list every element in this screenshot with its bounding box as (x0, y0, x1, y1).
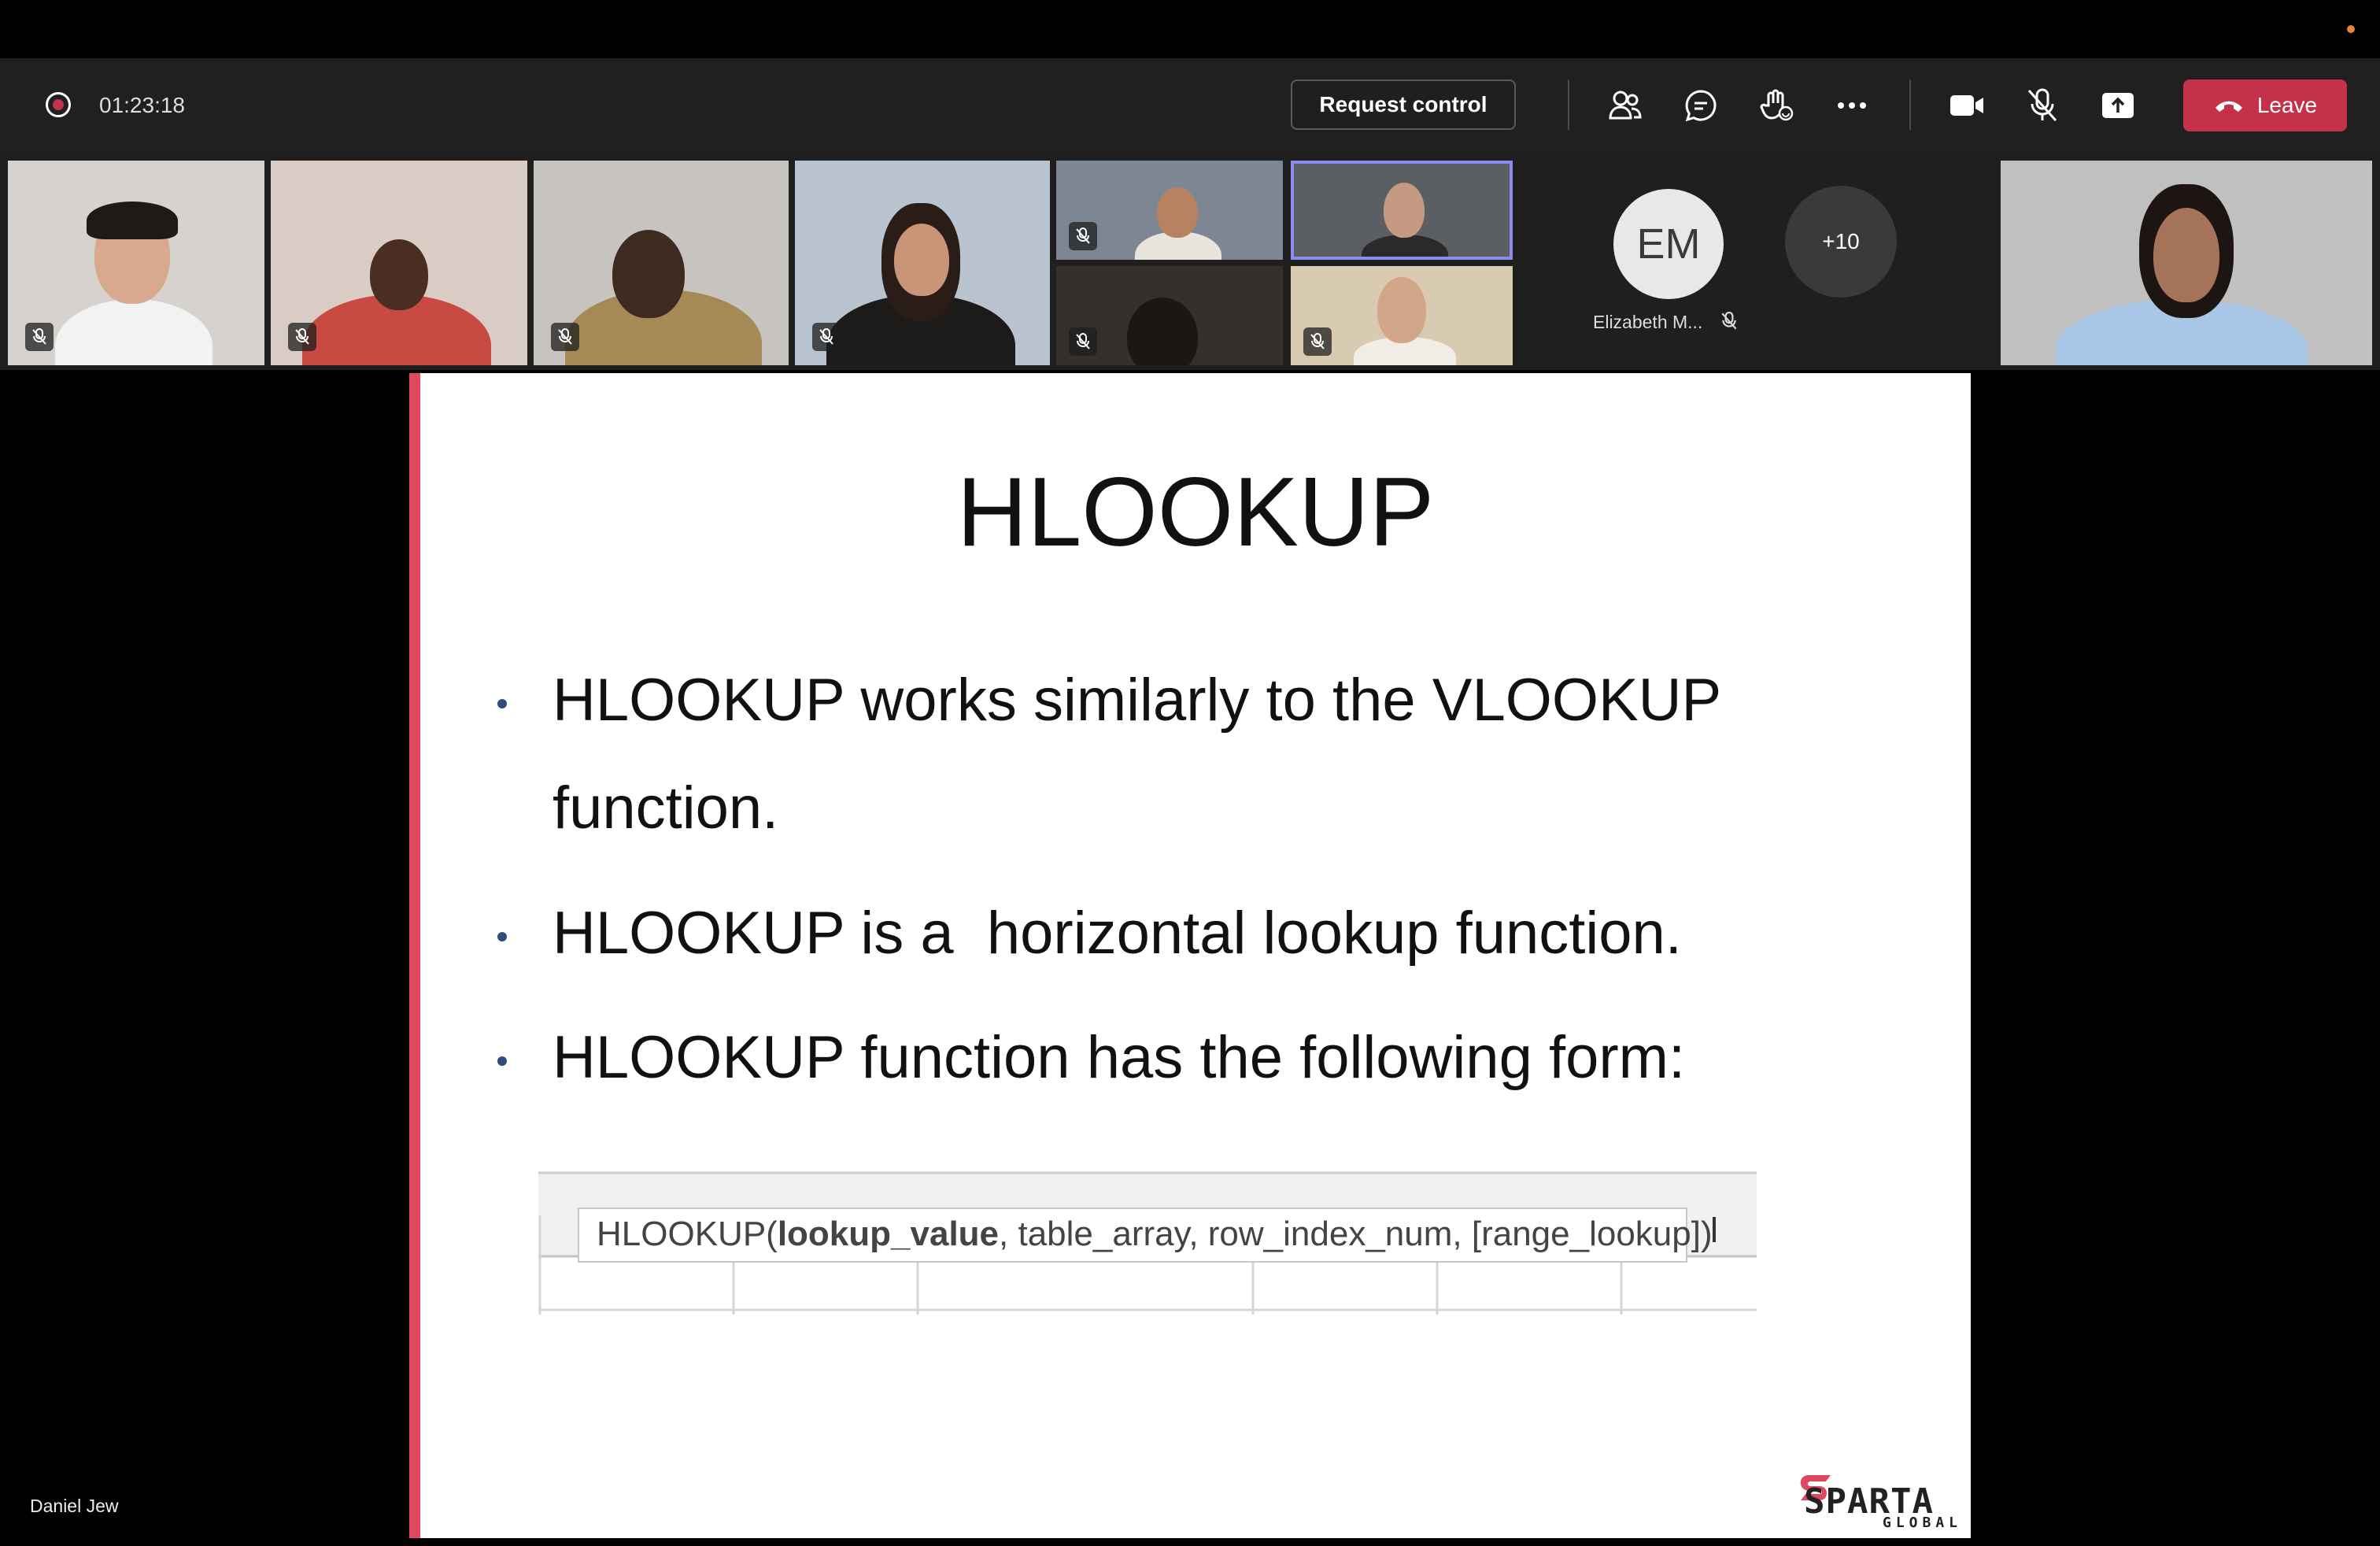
formula-bold-arg: lookup_value (777, 1215, 1000, 1253)
mic-off-icon[interactable] (2021, 84, 2064, 127)
more-icon[interactable] (1831, 84, 1873, 127)
participant-video-tile[interactable] (2001, 161, 2372, 365)
bullet-icon (497, 1056, 507, 1066)
mic-muted-icon (551, 323, 579, 351)
participant-video-tile[interactable] (1056, 161, 1283, 260)
participant-video-tile[interactable] (534, 161, 789, 365)
participant-video-tile[interactable] (8, 161, 264, 365)
recording-icon (46, 92, 71, 117)
mic-muted-icon (1069, 327, 1097, 356)
participant-video-tile[interactable] (271, 161, 527, 365)
formula-prefix: HLOOKUP( (597, 1215, 778, 1253)
request-control-button[interactable]: Request control (1291, 80, 1516, 130)
participant-video-tile[interactable] (795, 161, 1050, 365)
participant-video-tile[interactable] (1056, 266, 1283, 365)
mic-muted-icon (25, 323, 54, 351)
mic-muted-icon (1303, 327, 1332, 356)
participant-video-tile[interactable] (1291, 266, 1513, 365)
status-dot-icon (2347, 25, 2355, 33)
function-tooltip: HLOOKUP(lookup_value, table_array, row_i… (578, 1208, 1713, 1263)
bullet-text: HLOOKUP works similarly to the VLOOKUP (552, 667, 1722, 734)
mic-muted-icon (1069, 222, 1097, 250)
hang-up-icon (2213, 93, 2245, 118)
chat-icon[interactable] (1680, 84, 1722, 127)
participant-video-tile-selected[interactable] (1291, 161, 1513, 260)
camera-icon[interactable] (1946, 84, 1988, 127)
slide-accent-bar (409, 373, 420, 1538)
more-participants-button[interactable]: +10 (1785, 186, 1897, 298)
participant-name: Elizabeth M... (1593, 312, 1703, 332)
meeting-timer: 01:23:18 (99, 93, 185, 117)
title-bar (0, 0, 2380, 58)
leave-label: Leave (2256, 93, 2318, 117)
share-tray-icon[interactable] (2097, 84, 2139, 127)
toolbar-divider (1909, 80, 1911, 130)
presenter-name: Daniel Jew (30, 1496, 119, 1516)
mic-muted-icon (1720, 312, 1738, 335)
bullet-text: HLOOKUP is a horizontal lookup function. (552, 900, 1682, 967)
people-icon[interactable] (1604, 84, 1646, 127)
toolbar-divider (1568, 80, 1569, 130)
bullet-text: HLOOKUP function has the following form: (552, 1024, 1686, 1091)
bullet-text: function. (552, 775, 779, 841)
mic-muted-icon (812, 323, 841, 351)
raise-hand-icon[interactable] (1755, 84, 1798, 127)
participant-avatar[interactable]: EM (1613, 189, 1724, 299)
leave-button[interactable]: Leave (2183, 80, 2347, 131)
logo-subtitle: GLOBAL (1883, 1515, 1963, 1531)
bullet-icon (497, 932, 507, 941)
slide-title: HLOOKUP (956, 458, 1435, 567)
formula-rest: , table_array, row_index_num, [range_loo… (999, 1215, 1713, 1253)
bullet-icon (497, 699, 507, 708)
mic-muted-icon (288, 323, 316, 351)
